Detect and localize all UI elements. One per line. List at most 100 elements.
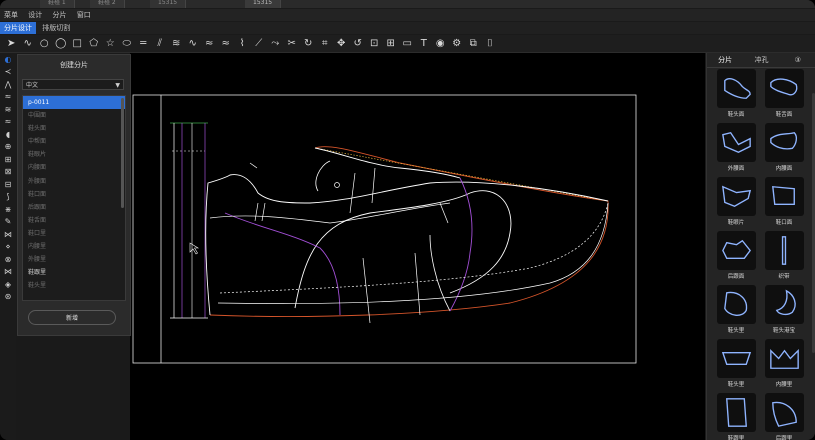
list-item[interactable]: 鞋跟里 — [23, 266, 125, 279]
left-tool-icon[interactable]: ⊛ — [1, 291, 15, 304]
shoe-pattern-drawing — [132, 94, 637, 364]
circle-icon[interactable]: ○ — [36, 36, 53, 52]
piece-card[interactable]: 鞋头港宝 — [763, 285, 805, 335]
left-tool-icon[interactable]: ≈ — [1, 91, 15, 104]
list-item[interactable]: 鞋眼片 — [23, 148, 125, 161]
piece-card[interactable]: 后跟面 — [715, 231, 757, 281]
list-item[interactable]: 中帮面 — [23, 135, 125, 148]
left-tool-icon[interactable]: ⋀ — [1, 78, 15, 91]
tab-punch-holes[interactable]: 冲孔 — [743, 53, 779, 67]
list-scrollbar[interactable] — [121, 98, 124, 208]
piece-thumbnail — [764, 177, 804, 216]
piece-card[interactable]: 鞋头里 — [715, 339, 757, 389]
document-tab-active[interactable]: 15315 — [245, 0, 282, 8]
layer-icon[interactable]: ⌷ — [482, 36, 499, 52]
rotate-icon[interactable]: ↻ — [300, 36, 317, 52]
oval-icon[interactable]: ⬭ — [119, 36, 136, 52]
text-icon[interactable]: T — [416, 36, 433, 52]
document-tab[interactable]: 鞋楦 1 — [40, 0, 75, 8]
scale-icon[interactable]: ⊡ — [366, 36, 383, 52]
left-tool-icon[interactable]: ◈ — [1, 278, 15, 291]
arrow-icon[interactable]: ➤ — [3, 36, 20, 52]
left-tool-icon[interactable]: ◐ — [1, 53, 15, 66]
list-item[interactable]: 内腰里 — [23, 240, 125, 253]
list-item[interactable]: 外腰里 — [23, 253, 125, 266]
ellipse-icon[interactable]: ◯ — [53, 36, 70, 52]
list-item[interactable]: 鞋头里 — [23, 279, 125, 292]
left-tool-icon[interactable]: ⋄ — [1, 241, 15, 254]
parallel-icon[interactable]: ⫽ — [152, 36, 169, 52]
language-select[interactable]: 中文 ▼ — [22, 79, 124, 90]
crop-icon[interactable]: ⊞ — [383, 36, 400, 52]
square-icon[interactable]: □ — [69, 36, 86, 52]
move-icon[interactable]: ✥ — [333, 36, 350, 52]
list-item[interactable]: 外腰面 — [23, 175, 125, 188]
scissors-icon[interactable]: ✂ — [284, 36, 301, 52]
frame-icon[interactable]: ▭ — [399, 36, 416, 52]
piece-card[interactable]: 鞋眼片 — [715, 177, 757, 227]
tab-more[interactable]: ③ — [780, 53, 815, 67]
list-item[interactable]: 内腰面 — [23, 161, 125, 174]
wave-icon[interactable]: ≈ — [201, 36, 218, 52]
piece-card[interactable]: 鞋头里 — [715, 285, 757, 335]
menu-item-design[interactable]: 设计 — [24, 9, 46, 21]
piece-card[interactable]: 外腰面 — [715, 123, 757, 173]
list-item[interactable]: 中围面 — [23, 109, 125, 122]
tab-piece-design[interactable]: 分片设计 — [0, 22, 36, 34]
menu-item-pieces[interactable]: 分片 — [48, 9, 70, 21]
refresh-icon[interactable]: ↺ — [350, 36, 367, 52]
left-tool-icon[interactable]: ⊟ — [1, 178, 15, 191]
left-tool-icon[interactable]: ⊞ — [1, 153, 15, 166]
piece-card[interactable]: 鞋头面 — [715, 69, 757, 119]
piece-card[interactable]: 内腰面 — [763, 123, 805, 173]
color-icon[interactable]: ◉ — [432, 36, 449, 52]
piece-card[interactable]: 内腰里 — [763, 339, 805, 389]
wave2-icon[interactable]: ≈ — [218, 36, 235, 52]
list-item[interactable]: p-0011 — [23, 96, 125, 110]
measure-icon[interactable]: ⌇ — [234, 36, 251, 52]
list-item[interactable]: 鞋口面 — [23, 188, 125, 201]
piece-list[interactable]: p-0011 中围面 鞋头面 中帮面 鞋眼片 内腰面 外腰面 鞋口面 后跟面 鞋舌面 鞋口里 内腰里外… — [22, 95, 126, 301]
drawing-canvas[interactable] — [130, 53, 705, 440]
left-tool-icon[interactable]: ⋈ — [1, 228, 15, 241]
line-icon[interactable]: ═ — [135, 36, 152, 52]
star-icon[interactable]: ☆ — [102, 36, 119, 52]
piece-thumbnail — [716, 69, 756, 108]
document-tab[interactable]: 15315 — [150, 0, 187, 8]
add-piece-button[interactable]: 新增 — [28, 310, 116, 325]
left-tool-icon[interactable]: ⊕ — [1, 141, 15, 154]
left-tool-icon[interactable]: ≺ — [1, 66, 15, 79]
node-icon[interactable]: ⌗ — [317, 36, 334, 52]
left-tool-icon[interactable]: ⋈ — [1, 266, 15, 279]
document-tab[interactable]: 鞋楦 2 — [90, 0, 125, 8]
tab-pieces[interactable]: 分片 — [707, 53, 743, 67]
piece-card[interactable]: 鞋舌面 — [763, 69, 805, 119]
piece-card[interactable]: 鞋口面 — [763, 177, 805, 227]
left-tool-icon[interactable]: ⊗ — [1, 253, 15, 266]
list-item[interactable]: 后跟面 — [23, 201, 125, 214]
pen-icon[interactable]: ∿ — [20, 36, 37, 52]
menu-item-window[interactable]: 窗口 — [73, 9, 95, 21]
piece-card[interactable]: 后跟里 — [763, 393, 805, 440]
left-tool-icon[interactable]: ⟆ — [1, 191, 15, 204]
left-tool-icon[interactable]: ◖ — [1, 128, 15, 141]
cut-icon[interactable]: ⟋ — [251, 36, 268, 52]
piece-card[interactable]: 鞋跟里 — [715, 393, 757, 440]
curve-icon[interactable]: ∿ — [185, 36, 202, 52]
list-item[interactable]: 鞋口里 — [23, 227, 125, 240]
left-tool-icon[interactable]: ≋ — [1, 103, 15, 116]
menu-item-menu[interactable]: 菜单 — [0, 9, 22, 21]
tab-layout-cutting[interactable]: 排版切割 — [38, 22, 74, 34]
list-item[interactable]: 鞋舌面 — [23, 214, 125, 227]
left-tool-icon[interactable]: ⊠ — [1, 166, 15, 179]
settings-icon[interactable]: ⚙ — [449, 36, 466, 52]
piece-card[interactable]: 织带 — [763, 231, 805, 281]
pentagon-icon[interactable]: ⬠ — [86, 36, 103, 52]
left-tool-icon[interactable]: ⋇ — [1, 203, 15, 216]
left-tool-icon[interactable]: ✎ — [1, 216, 15, 229]
list-item[interactable]: 鞋头面 — [23, 122, 125, 135]
join-icon[interactable]: ⤳ — [267, 36, 284, 52]
copy-icon[interactable]: ⧉ — [465, 36, 482, 52]
offset-icon[interactable]: ≋ — [168, 36, 185, 52]
left-tool-icon[interactable]: ≈ — [1, 116, 15, 129]
